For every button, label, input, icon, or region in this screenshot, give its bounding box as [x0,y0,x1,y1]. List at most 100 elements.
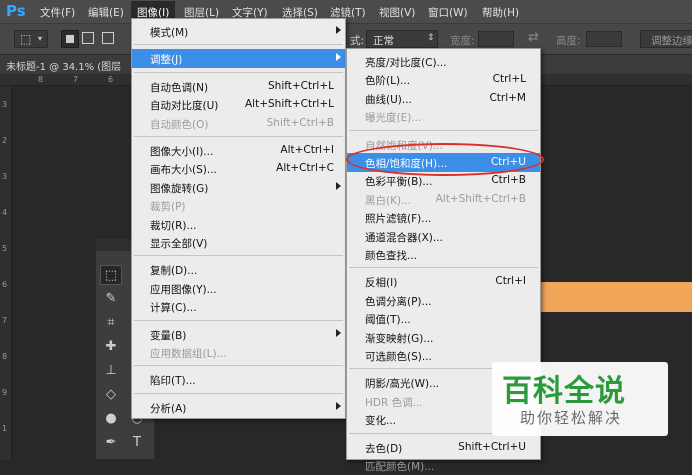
image-menu-item[interactable]: 裁切(R)... [132,215,345,234]
menu-item-shortcut: Ctrl+L [492,73,526,86]
ruler-tick: 7 [73,75,79,84]
menu-item-shortcut: Shift+Ctrl+L [268,79,334,92]
healing-brush-icon[interactable]: ✚ [100,337,122,357]
adjust-menu-item[interactable]: 亮度/对比度(C)... [347,52,540,71]
adjust-menu-item[interactable]: 匹配颜色(M)... [347,456,540,475]
height-field[interactable] [586,31,622,47]
menu-separator [349,267,538,269]
type-icon[interactable]: T [126,433,148,453]
add-selection-icon[interactable] [82,32,94,44]
new-selection-icon[interactable] [61,30,79,48]
ruler-tick: 5 [2,244,8,253]
ruler-tick: 7 [2,316,8,325]
menu-7[interactable]: 视图(V) [379,5,415,20]
image-menu-item[interactable]: 应用图像(Y)... [132,279,345,298]
menu-item-label: 分析(A) [150,402,187,415]
adjust-menu-item[interactable]: 颜色查找... [347,245,540,264]
photoshop-logo: Ps [6,2,26,20]
lasso-icon[interactable]: ✎ [100,289,122,309]
image-menu-item[interactable]: 应用数据组(L)... [132,343,345,362]
image-menu-item[interactable]: 图像旋转(G) [132,178,345,197]
menu-0[interactable]: 文件(F) [40,5,75,20]
menu-item-label: 匹配颜色(M)... [365,461,435,473]
menu-item-label: 陷印(T)... [150,375,196,388]
blur-icon[interactable]: ● [100,409,122,429]
menu-item-label: 阈值(T)... [365,314,411,327]
image-menu-item[interactable]: 分析(A) [132,398,345,417]
stamp-icon[interactable]: ⊥ [100,361,122,381]
menu-item-shortcut: Ctrl+M [489,91,526,104]
menu-item-label: 色阶(L)... [365,75,411,88]
image-menu-item[interactable]: 显示全部(V) [132,233,345,252]
menu-separator [134,136,343,137]
refine-edge-button[interactable]: 调整边缘 [640,30,692,48]
ruler-tick: 3 [2,100,8,109]
image-menu-item[interactable]: 自动颜色(O) Shift+Ctrl+B [132,114,345,133]
image-menu-item[interactable]: 调整(J) [132,49,345,69]
image-menu-item[interactable]: 复制(D)... [132,260,345,279]
adjust-menu-item[interactable]: 色调分离(P)... [347,291,540,310]
menu-item-label: 应用图像(Y)... [150,283,217,296]
adjust-menu-item[interactable]: 色阶(L)... Ctrl+L [347,70,540,89]
adjust-menu-item[interactable]: 曝光度(E)... [347,107,540,126]
swap-icon[interactable]: ⇄ [528,30,539,45]
image-menu-item[interactable]: 陷印(T)... [132,370,345,389]
menu-item-label: 图像旋转(G) [150,182,209,195]
image-menu-item[interactable]: 计算(C)... [132,297,345,316]
watermark-subtitle: 助你轻松解决 [520,409,623,427]
height-label: 高度: [556,35,581,47]
ruler-tick: 3 [2,172,8,181]
ruler-tick: 8 [38,75,44,84]
ruler-tick: 6 [2,280,8,289]
image-menu-item[interactable]: 图像大小(I)... Alt+Ctrl+I [132,141,345,160]
submenu-arrow-icon [336,401,341,410]
pen-icon[interactable]: ✒ [100,433,122,453]
adjust-menu-item[interactable]: 渐变映射(G)... [347,328,540,347]
adjust-menu-item[interactable]: 照片滤镜(F)... [347,208,540,227]
menu-item-label: 曝光度(E)... [365,112,422,125]
rectangular-marquee-icon[interactable]: ⬚ [100,265,122,285]
ruler-tick: 4 [2,208,8,217]
ruler-tick: 8 [2,352,8,361]
menu-item-shortcut: Alt+Shift+Ctrl+L [244,98,334,111]
menu-item-shortcut: Ctrl+I [495,275,526,288]
image-menu-item[interactable]: 变量(B) [132,325,345,344]
menu-1[interactable]: 编辑(E) [88,5,124,20]
submenu-arrow-icon [336,53,341,62]
image-menu: 模式(M) 调整(J) 自动色调(N) Shift+Ctrl+L 自动对比度(U) Alt… [131,18,346,419]
eraser-icon[interactable]: ◇ [100,385,122,405]
crop-icon[interactable]: ⌗ [100,313,122,333]
adjust-menu-item[interactable]: 去色(D) Shift+Ctrl+U [347,438,540,457]
document-tab[interactable]: 未标题-1 @ 34.1% (图层 [6,58,121,73]
menu-8[interactable]: 窗口(W) [428,5,468,20]
marquee-icon: ⬚ [20,32,32,46]
menu-item-shortcut: Ctrl+B [491,174,526,187]
adjust-menu-item[interactable]: 反相(I) Ctrl+I [347,272,540,291]
image-menu-item[interactable]: 裁剪(P) [132,196,345,215]
adjust-menu-item[interactable]: 通道混合器(X)... [347,227,540,246]
width-field[interactable] [478,31,514,47]
ruler-tick: 9 [2,388,8,397]
menu-item-label: 亮度/对比度(C)... [365,57,447,69]
menu-9[interactable]: 帮助(H) [482,5,519,20]
menu-item-shortcut: Alt+Ctrl+C [276,162,334,175]
image-menu-item[interactable]: 自动对比度(U) Alt+Shift+Ctrl+L [132,95,345,114]
updown-arrow-icon: ⇕ [427,33,435,43]
image-menu-item[interactable]: 自动色调(N) Shift+Ctrl+L [132,77,345,96]
menu-item-shortcut: Alt+Shift+Ctrl+B [435,192,526,205]
marquee-tool-preset[interactable]: ⬚ ▾ [14,30,48,48]
adjust-menu-item[interactable]: 曲线(U)... Ctrl+M [347,89,540,108]
style-select[interactable]: 正常 ⇕ [366,30,438,48]
adjust-menu-item[interactable]: 阈值(T)... [347,309,540,328]
menu-item-label: 裁切(R)... [150,219,197,232]
menu-item-label: 黑白(K)... [365,194,412,207]
image-menu-item[interactable]: 画布大小(S)... Alt+Ctrl+C [132,159,345,178]
dropdown-arrow-icon: ▾ [38,34,43,43]
submenu-arrow-icon [336,328,341,337]
menu-item-label: 去色(D) [365,442,403,455]
subtract-selection-icon[interactable] [102,32,114,44]
adjust-menu-item[interactable]: 黑白(K)... Alt+Shift+Ctrl+B [347,190,540,209]
menu-item-label: 反相(I) [365,277,398,290]
submenu-arrow-icon [336,181,341,190]
image-menu-item[interactable]: 模式(M) [132,22,345,41]
